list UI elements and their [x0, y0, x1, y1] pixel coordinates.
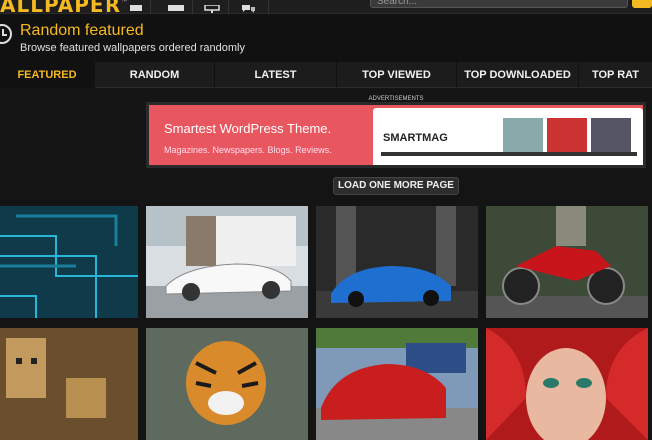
folder-icon[interactable]	[168, 0, 184, 11]
ad-screenshot: SMARTMAG	[373, 108, 643, 165]
wallpaper-thumbnail[interactable]	[486, 206, 648, 318]
wallpaper-thumbnail[interactable]	[0, 206, 138, 318]
ad-brand: SMARTMAG	[383, 132, 448, 144]
sort-tabs: FEATURED RANDOM LATEST TOP VIEWED TOP DO…	[0, 62, 652, 88]
wallpaper-thumbnail[interactable]	[146, 206, 308, 318]
wallpaper-thumbnail[interactable]	[0, 328, 138, 440]
divider	[228, 0, 229, 14]
clock-icon	[0, 24, 12, 44]
blue-car-image	[316, 206, 478, 318]
page-subtitle: Browse featured wallpapers ordered rando…	[20, 42, 246, 54]
wallpaper-thumbnail[interactable]	[316, 206, 478, 318]
tab-featured[interactable]: FEATURED	[0, 62, 94, 88]
tiger-image	[146, 328, 308, 440]
upload-icon[interactable]	[128, 0, 144, 11]
page-title: Random featured	[20, 22, 144, 39]
chat-icon[interactable]	[240, 0, 256, 13]
motorcycle-image	[486, 206, 648, 318]
ad-thumb-image	[547, 118, 587, 152]
wallpaper-thumbnail[interactable]	[146, 328, 308, 440]
ad-thumb-image	[591, 118, 631, 152]
ad-subline: Magazines. Newspapers. Blogs. Reviews.	[164, 145, 332, 155]
woman-portrait-image	[486, 328, 648, 440]
ad-headline: Smartest WordPress Theme.	[164, 121, 332, 136]
divider	[268, 0, 269, 14]
wallpaper-thumbnail[interactable]	[486, 328, 648, 440]
wallpaper-thumbnail[interactable]	[316, 328, 478, 440]
advertisement-banner[interactable]: Smartest WordPress Theme. Magazines. New…	[146, 102, 646, 168]
tab-random[interactable]: RANDOM	[94, 62, 214, 88]
divider	[150, 0, 151, 14]
page-header: Random featured Browse featured wallpape…	[0, 14, 652, 62]
tab-top-viewed[interactable]: TOP VIEWED	[336, 62, 456, 88]
ad-text-panel: Smartest WordPress Theme. Magazines. New…	[149, 105, 369, 165]
search-input[interactable]: Search...	[370, 0, 628, 8]
abstract-circuit-image	[0, 206, 138, 318]
search-button[interactable]	[632, 0, 652, 8]
ad-preview-panel: SMARTMAG	[369, 105, 643, 165]
ad-thumb-image	[503, 118, 543, 152]
divider	[192, 0, 193, 14]
ad-nav-strip	[381, 152, 637, 156]
tab-top-downloaded[interactable]: TOP DOWNLOADED	[456, 62, 578, 88]
load-more-button[interactable]: LOAD ONE MORE PAGE	[333, 177, 459, 195]
divider	[106, 0, 107, 14]
red-car-image	[316, 328, 478, 440]
cardboard-robot-image	[0, 328, 138, 440]
monitor-icon[interactable]	[204, 0, 220, 13]
tab-top-rated[interactable]: TOP RAT	[578, 62, 652, 88]
white-car-image	[146, 206, 308, 318]
top-bar: ALLPAPER™ Search...	[0, 0, 652, 17]
tab-latest[interactable]: LATEST	[214, 62, 336, 88]
